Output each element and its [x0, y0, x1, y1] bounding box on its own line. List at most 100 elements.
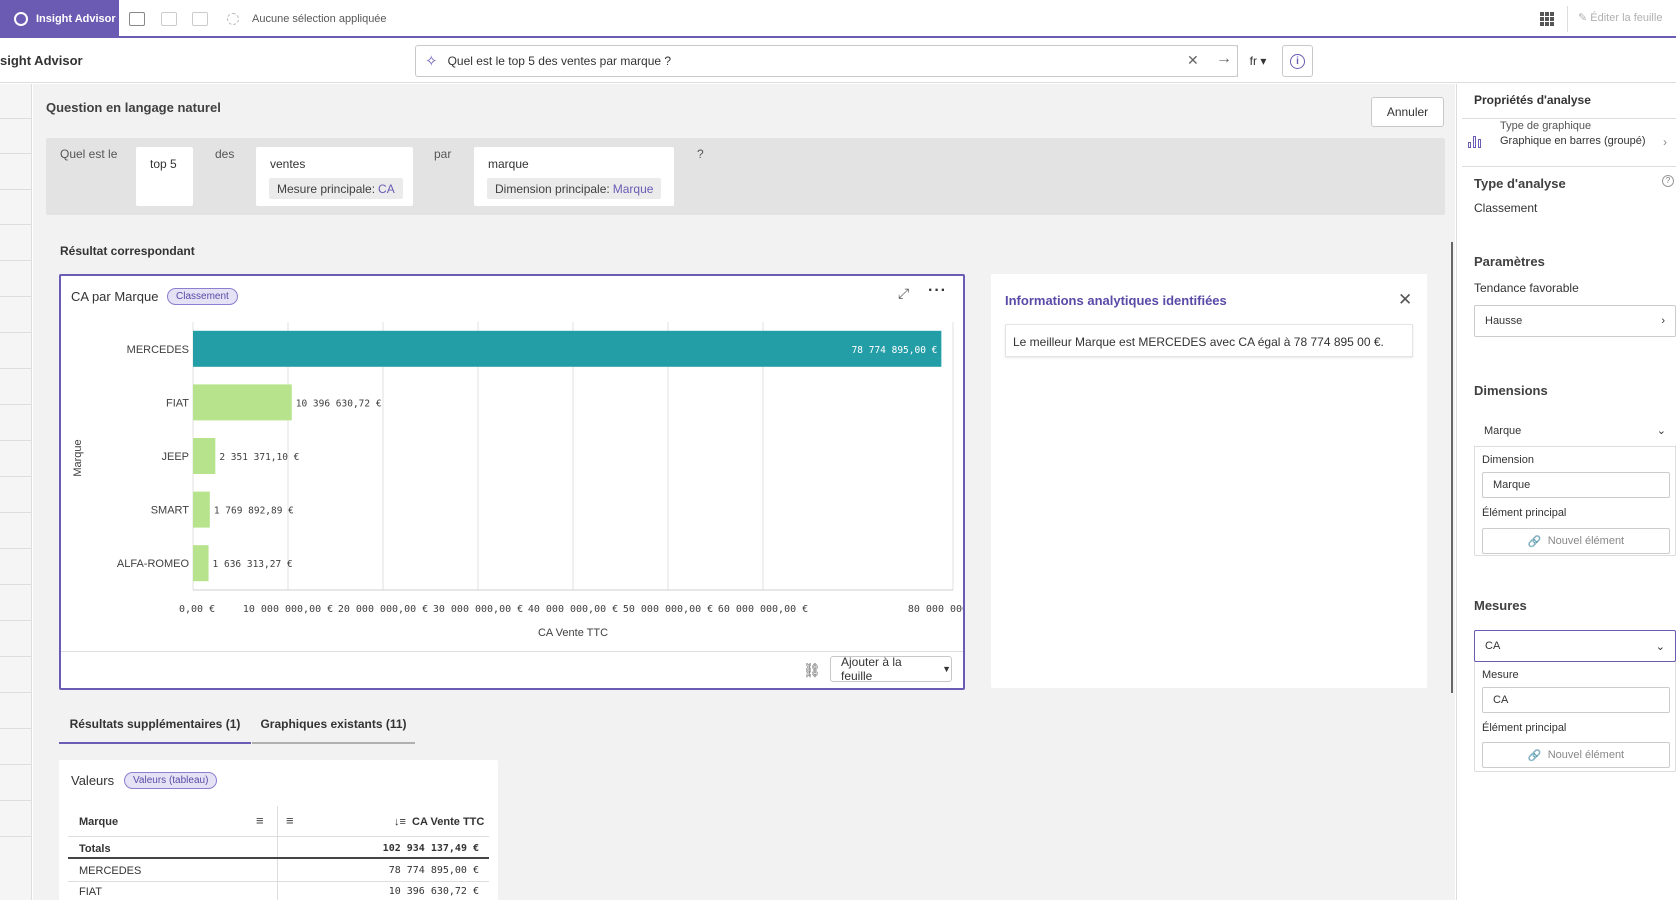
chevron-right-icon[interactable]: ›	[1663, 135, 1667, 149]
measure-tag-value: CA	[378, 181, 395, 196]
dimensions-heading: Dimensions	[1474, 383, 1548, 398]
divider	[68, 881, 489, 882]
search-box[interactable]: ✧ Quel est le top 5 des ventes par marqu…	[415, 45, 1238, 77]
analysis-type-value: Classement	[1474, 201, 1538, 215]
data-label: 78 774 895,00 €	[852, 345, 938, 356]
cancel-button[interactable]: Annuler	[1371, 97, 1444, 127]
column-menu-icon[interactable]: ≡	[286, 813, 294, 828]
link-icon: 🔗	[1527, 535, 1548, 548]
divider	[0, 800, 32, 801]
divider	[1462, 118, 1676, 119]
measure-field-input[interactable]: CA	[1482, 687, 1670, 713]
language-select[interactable]: fr ▾	[1237, 45, 1278, 77]
divider	[0, 260, 32, 261]
add-to-sheet-label: Ajouter à la feuille	[841, 655, 902, 683]
x-tick-label: 50 000 000,00 €	[623, 604, 713, 615]
expand-icon[interactable]: ⤢	[898, 285, 909, 302]
grid-menu-icon[interactable]	[1540, 12, 1554, 26]
insight-advisor-tab[interactable]: Insight Advisor	[0, 0, 119, 38]
info-button[interactable]: i	[1282, 45, 1313, 77]
x-tick-label: 80 000 000,00 €	[908, 604, 963, 615]
params-heading: Paramètres	[1474, 254, 1545, 269]
query-word: Quel est le	[60, 147, 118, 161]
sort-desc-icon[interactable]: ↓≡	[394, 816, 406, 828]
dimension-chip[interactable]: marque Dimension principale: Marque	[474, 147, 674, 206]
measure-chip-label: ventes	[270, 157, 306, 171]
tab-additional-results[interactable]: Résultats supplémentaires (1)	[59, 706, 251, 744]
divider	[0, 118, 32, 119]
bar	[193, 384, 292, 421]
insights-title: Informations analytiques identifiées	[1005, 293, 1227, 308]
divider	[0, 764, 32, 765]
measure-tag-prefix: Mesure principale:	[277, 181, 376, 196]
insight-item[interactable]: Le meilleur Marque est MERCEDES avec CA …	[1005, 324, 1413, 357]
column-header-ca[interactable]: CA Vente TTC	[412, 816, 484, 828]
measure-chip[interactable]: ventes Mesure principale: CA	[256, 147, 413, 206]
add-to-sheet-button[interactable]: Ajouter à la feuille ▼	[830, 655, 952, 683]
column-divider	[277, 806, 278, 900]
more-options-icon[interactable]: ···	[928, 282, 947, 300]
app-title: sight Advisor	[0, 53, 83, 68]
info-icon: i	[1290, 53, 1305, 69]
bar	[193, 438, 216, 474]
submit-arrow-icon[interactable]: →	[1216, 50, 1232, 68]
chart-title: CA par Marque	[71, 289, 159, 304]
bar-chart-icon	[1468, 134, 1484, 148]
top-chip[interactable]: top 5	[136, 147, 193, 206]
dimension-tag-value: Marque	[612, 181, 654, 196]
new-element-button[interactable]: 🔗 Nouvel élément	[1482, 528, 1670, 554]
link-icon[interactable]: ⛓	[803, 662, 821, 679]
x-tick-label: 10 000 000,00 €	[243, 604, 333, 615]
measure-select[interactable]: CA ⌄	[1474, 630, 1676, 662]
chart-type-value[interactable]: Graphique en barres (groupé)	[1500, 134, 1650, 149]
chart-type-label: Type de graphique	[1500, 120, 1592, 132]
divider	[0, 404, 32, 405]
scrollbar[interactable]	[1451, 242, 1453, 693]
totals-value: 102 934 137,49 €	[382, 843, 479, 854]
help-icon[interactable]: ?	[1662, 175, 1674, 187]
search-input[interactable]: Quel est le top 5 des ventes par marque …	[448, 54, 1237, 68]
dimension-tag[interactable]: Dimension principale: Marque	[487, 178, 662, 199]
link-icon: 🔗	[1527, 749, 1548, 762]
dimension-chip-label: marque	[488, 157, 529, 171]
bar-chart: MERCEDES 78 774 895,00 € FIAT 10 396 630,72…	[72, 322, 963, 639]
close-icon[interactable]: ✕	[1398, 290, 1412, 310]
measure-tag[interactable]: Mesure principale: CA	[269, 178, 403, 199]
step-forward-icon[interactable]	[192, 12, 208, 26]
y-axis-label: Marque	[72, 439, 84, 476]
measures-heading: Mesures	[1474, 598, 1527, 613]
table-row-value: 78 774 895,00 €	[388, 865, 479, 876]
column-menu-icon[interactable]: ≡	[256, 813, 264, 828]
trend-value: Hausse	[1485, 315, 1523, 327]
dimension-select-value: Marque	[1484, 424, 1522, 437]
result-label: Résultat correspondant	[60, 244, 195, 258]
smart-search-icon[interactable]	[129, 12, 145, 26]
column-header-marque[interactable]: Marque	[79, 816, 118, 828]
edit-sheet-button[interactable]: ✎ Éditer la feuille	[1578, 11, 1662, 24]
data-label: 1 636 313,27 €	[213, 559, 293, 570]
data-label: 10 396 630,72 €	[296, 398, 382, 409]
x-tick-label: 0,00 €	[179, 604, 215, 615]
trend-select[interactable]: Hausse ›	[1474, 305, 1676, 337]
dimension-field-input[interactable]: Marque	[1482, 472, 1670, 498]
category-label: MERCEDES	[127, 344, 189, 356]
table-row-name: MERCEDES	[79, 865, 142, 877]
category-label: JEEP	[161, 451, 189, 463]
dimension-select[interactable]: Marque ⌄	[1474, 415, 1676, 447]
new-element-button[interactable]: 🔗 Nouvel élément	[1482, 742, 1670, 768]
x-tick-label: 20 000 000,00 €	[338, 604, 428, 615]
bar	[193, 330, 942, 367]
tab-existing-charts[interactable]: Graphiques existants (11)	[252, 706, 415, 744]
divider	[68, 836, 489, 837]
divider	[0, 728, 32, 729]
divider	[0, 836, 32, 837]
bar	[193, 545, 209, 582]
clear-search-icon[interactable]: ✕	[1187, 52, 1199, 69]
divider	[1567, 6, 1568, 32]
sparkle-icon: ✧	[425, 53, 438, 70]
step-back-icon[interactable]	[161, 12, 177, 26]
clear-selections-icon[interactable]	[227, 13, 239, 25]
divider	[0, 440, 32, 441]
measure-select-value: CA	[1485, 640, 1501, 652]
chevron-down-icon: ⌄	[1656, 425, 1666, 437]
